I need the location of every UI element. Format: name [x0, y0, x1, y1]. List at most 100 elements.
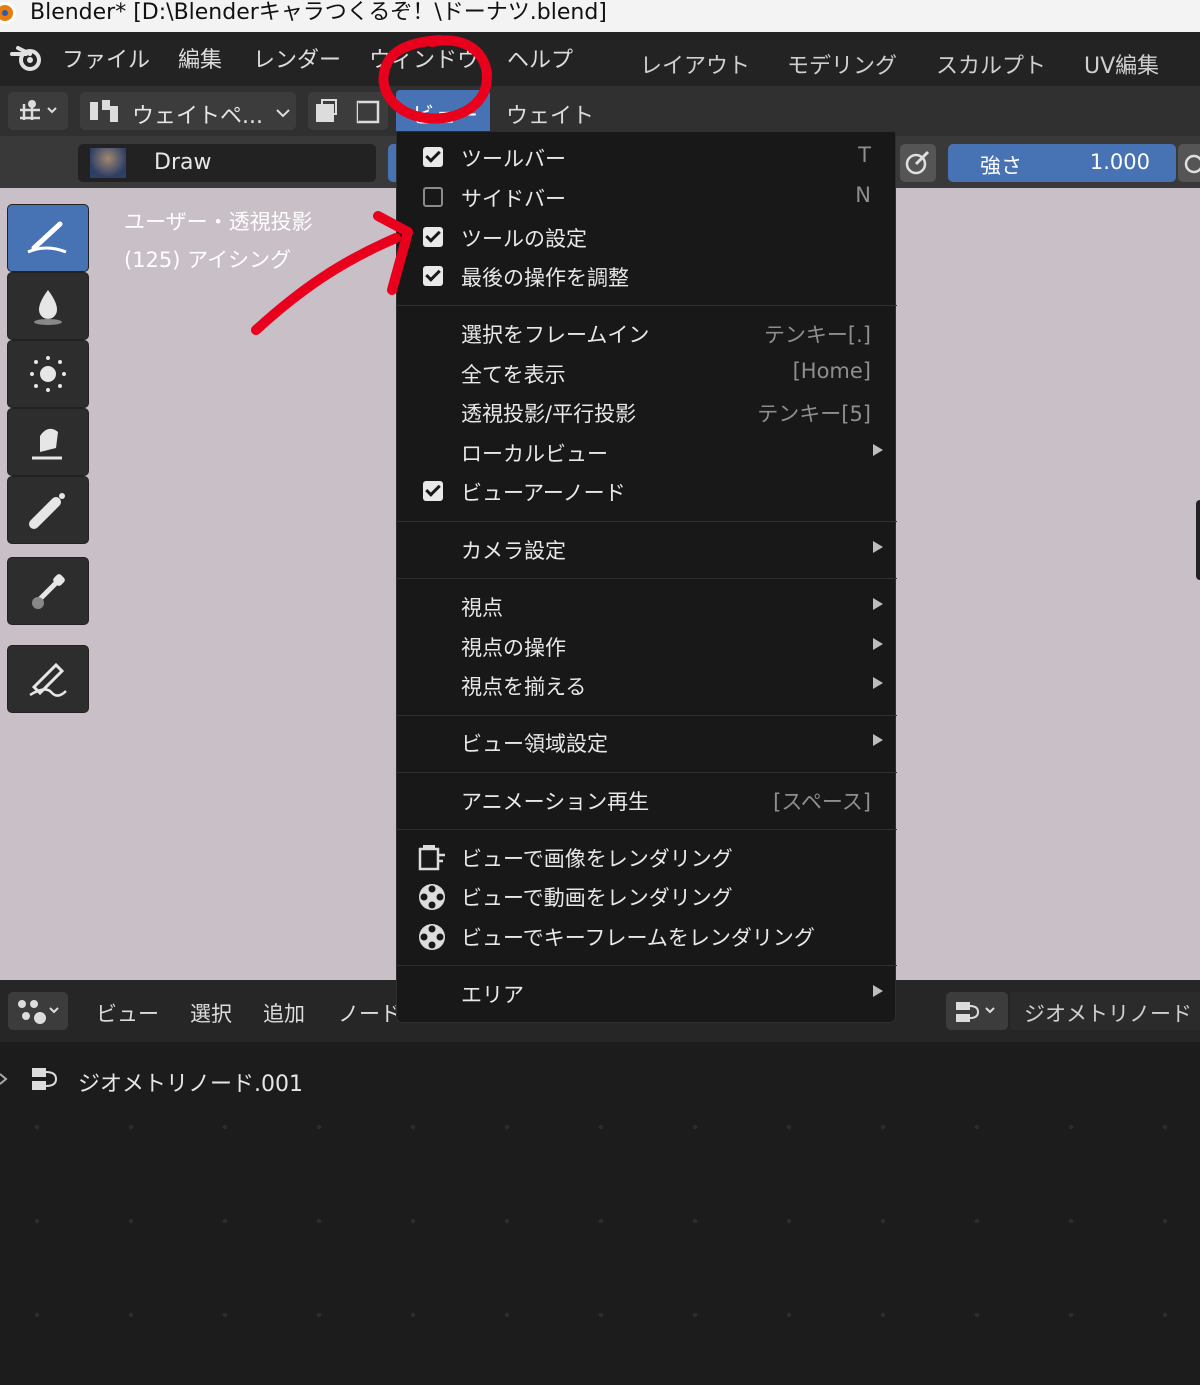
- brush-name: Draw: [154, 150, 212, 175]
- menu-item-local-view[interactable]: ローカルビュー: [397, 432, 897, 472]
- menu-item-play-animation[interactable]: アニメーション再生 [スペース]: [397, 780, 897, 820]
- node-tree-breadcrumb: ジオメトリノード.001: [78, 1072, 303, 1097]
- weight-field-edge[interactable]: [388, 144, 396, 182]
- view-dropdown-menu: ツールバー T サイドバー N ツールの設定 最後の操作を調整 選択をフレームイ…: [396, 131, 897, 1023]
- average-dots-icon: [30, 356, 66, 392]
- menu-item-frame-selected[interactable]: 選択をフレームイン テンキー[.]: [397, 313, 897, 353]
- blender-menu-icon[interactable]: [10, 44, 44, 74]
- checkbox-checked-icon[interactable]: [423, 227, 443, 247]
- render-animation-icon: [419, 884, 445, 910]
- viewport-object-edge: [1196, 500, 1200, 580]
- brush-draw-icon: [27, 221, 67, 254]
- eyedropper-icon: [32, 574, 65, 609]
- workspace-tab-uv-editing[interactable]: UV編集: [1084, 48, 1159, 80]
- menu-item-align-view[interactable]: 視点を揃える: [397, 665, 897, 705]
- tool-annotate[interactable]: [8, 646, 88, 712]
- chevron-right-icon[interactable]: [0, 1072, 8, 1086]
- workspace-tab-sculpt[interactable]: スカルプト: [936, 48, 1046, 80]
- node-tree-name-field[interactable]: ジオメトリノード: [1010, 992, 1200, 1030]
- pressure-toggle[interactable]: [900, 144, 936, 182]
- tool-draw[interactable]: [8, 205, 88, 271]
- viewport-view-name: ユーザー・透視投影: [124, 210, 313, 234]
- gradient-icon: [29, 493, 65, 529]
- tool-smear[interactable]: [8, 409, 88, 475]
- workspace-tab-layout[interactable]: レイアウト: [640, 48, 750, 80]
- menu-item-perspective-ortho[interactable]: 透視投影/平行投影 テンキー[5]: [397, 392, 897, 432]
- pen-pressure-icon: [1184, 154, 1200, 174]
- editor-type-button[interactable]: [8, 92, 68, 130]
- blender-logo-icon: [0, 2, 16, 24]
- viewport-object-name: (125) アイシング: [124, 248, 292, 272]
- header-menu-weights[interactable]: ウェイト: [506, 98, 594, 130]
- tool-blur[interactable]: [8, 273, 88, 339]
- menu-file[interactable]: ファイル: [62, 42, 150, 74]
- render-keyframes-icon: [419, 924, 445, 950]
- window-title: Blender* [D:\Blenderキャラつくるぞ！\ドーナツ.blend]: [30, 0, 607, 25]
- checkbox-unchecked-icon[interactable]: [423, 187, 443, 207]
- menu-item-viewport-render-image[interactable]: ビューで画像をレンダリング: [397, 837, 897, 877]
- tool-average[interactable]: [8, 341, 88, 407]
- menu-help[interactable]: ヘルプ: [507, 42, 573, 74]
- checkbox-checked-icon[interactable]: [423, 147, 443, 167]
- menu-item-view-regions[interactable]: ビュー領域設定: [397, 722, 897, 762]
- submenu-arrow-icon: [873, 444, 883, 456]
- geometry-nodes-icon: [956, 1002, 995, 1022]
- weight-paint-mode-icon: [90, 100, 118, 122]
- workspace-tab-modeling[interactable]: モデリング: [787, 48, 897, 80]
- mode-label: ウェイトペ...: [132, 104, 263, 129]
- tool-sample-weight[interactable]: [8, 558, 88, 624]
- submenu-arrow-icon: [873, 734, 883, 746]
- menu-item-toolbar[interactable]: ツールバー T: [397, 137, 897, 177]
- node-tree-browse-button[interactable]: [946, 992, 1008, 1030]
- drop-blur-icon: [34, 290, 62, 325]
- menu-render[interactable]: レンダー: [253, 42, 341, 74]
- smear-finger-icon: [32, 428, 62, 460]
- menu-item-cameras[interactable]: カメラ設定: [397, 529, 897, 569]
- menu-item-navigation[interactable]: 視点の操作: [397, 626, 897, 666]
- header-menu-view-active[interactable]: ビュー: [396, 90, 490, 132]
- node-menu-node[interactable]: ノード: [338, 998, 401, 1028]
- submenu-arrow-icon: [873, 677, 883, 689]
- checkbox-checked-icon[interactable]: [423, 266, 443, 286]
- brush-selector[interactable]: Draw: [78, 144, 376, 182]
- menu-item-viewpoint[interactable]: 視点: [397, 586, 897, 626]
- node-menu-add[interactable]: 追加: [263, 998, 305, 1028]
- menu-item-viewer-node[interactable]: ビューアーノード: [397, 471, 897, 511]
- menu-separator: [397, 772, 897, 773]
- node-menu-select[interactable]: 選択: [190, 998, 232, 1028]
- node-editor-type-button[interactable]: [8, 992, 68, 1030]
- strength-pressure-toggle[interactable]: [1178, 144, 1200, 182]
- strength-slider[interactable]: 強さ 1.000: [948, 144, 1176, 182]
- viewport-editor-icon: [20, 100, 57, 120]
- header-menu-view-label: ビュー: [412, 104, 479, 129]
- menu-item-frame-all[interactable]: 全てを表示 [Home]: [397, 353, 897, 393]
- tool-gradient[interactable]: [8, 477, 88, 543]
- menu-separator: [397, 521, 897, 522]
- submenu-arrow-icon: [873, 638, 883, 650]
- top-menu-bar: ファイル 編集 レンダー ウィンドウ ヘルプ レイアウト モデリング スカルプト…: [0, 32, 1200, 86]
- menu-edit[interactable]: 編集: [178, 42, 222, 74]
- mask-icon: [316, 99, 380, 124]
- mode-selector[interactable]: ウェイトペ...: [80, 92, 296, 130]
- checkbox-checked-icon[interactable]: [423, 481, 443, 501]
- menu-separator: [397, 965, 897, 966]
- window-title-bar: Blender* [D:\Blenderキャラつくるぞ！\ドーナツ.blend]: [0, 0, 1200, 32]
- pen-pressure-icon: [905, 150, 930, 175]
- geometry-nodes-icon: [32, 1068, 58, 1090]
- paint-mask-toggles[interactable]: [308, 92, 388, 130]
- menu-item-adjust-last-operation[interactable]: 最後の操作を調整: [397, 256, 897, 296]
- submenu-arrow-icon: [873, 541, 883, 553]
- menu-separator: [397, 578, 897, 579]
- menu-item-viewport-render-keyframes[interactable]: ビューでキーフレームをレンダリング: [397, 916, 897, 956]
- menu-item-sidebar[interactable]: サイドバー N: [397, 177, 897, 217]
- node-menu-view[interactable]: ビュー: [96, 998, 159, 1028]
- submenu-arrow-icon: [873, 598, 883, 610]
- render-image-icon: [418, 845, 445, 871]
- menu-window[interactable]: ウィンドウ: [369, 42, 479, 74]
- strength-value: 1.000: [1089, 150, 1150, 174]
- menu-item-tool-settings[interactable]: ツールの設定: [397, 217, 897, 257]
- brush-preview-icon: [90, 148, 126, 178]
- node-editor-icon: [18, 1000, 59, 1024]
- menu-item-area[interactable]: エリア: [397, 973, 897, 1013]
- menu-item-viewport-render-animation[interactable]: ビューで動画をレンダリング: [397, 876, 897, 916]
